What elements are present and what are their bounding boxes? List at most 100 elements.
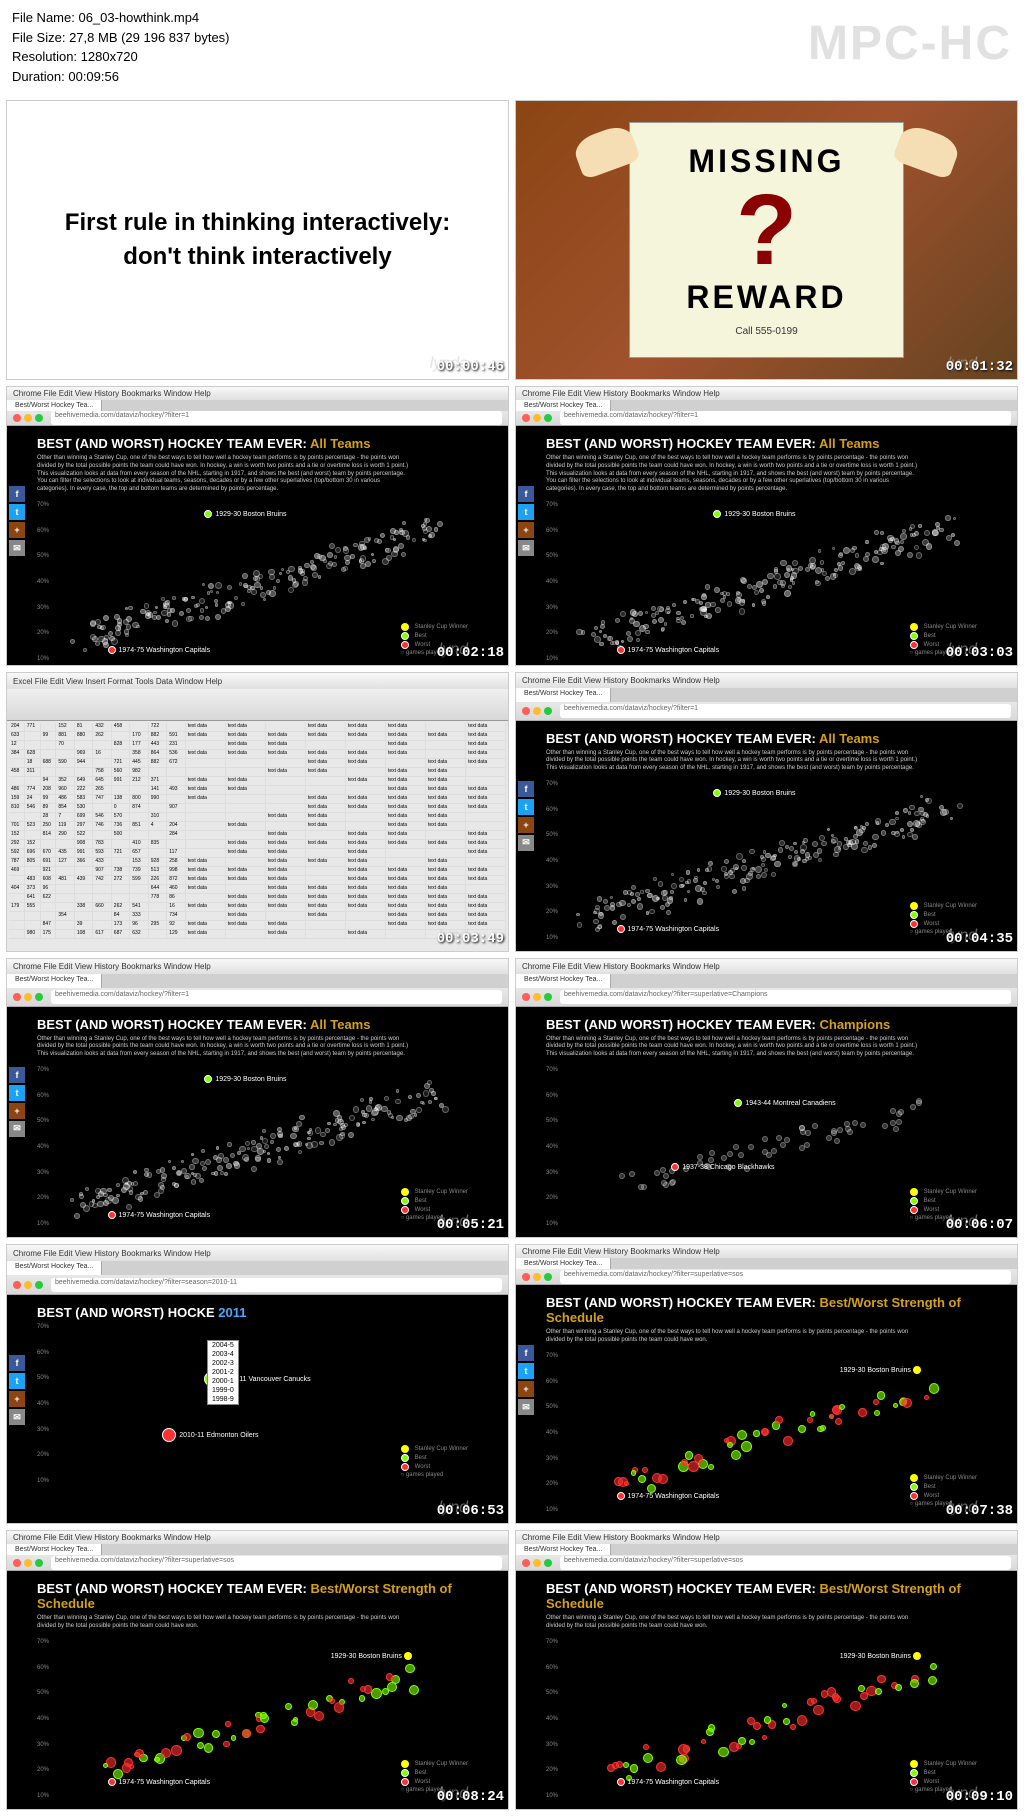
excel-cell[interactable]: text data (466, 804, 506, 812)
excel-cell[interactable]: text data (266, 921, 306, 929)
excel-cell[interactable] (112, 786, 130, 794)
excel-cell[interactable]: 119 (56, 822, 74, 830)
excel-cell[interactable]: 265 (93, 786, 111, 794)
traffic-lights[interactable] (522, 707, 552, 715)
excel-cell[interactable] (226, 885, 266, 893)
excel-cell[interactable] (93, 912, 111, 920)
excel-cell[interactable]: text data (346, 831, 386, 839)
excel-cell[interactable]: 530 (75, 804, 93, 812)
excel-cell[interactable]: 435 (56, 849, 74, 857)
excel-cell[interactable]: text data (306, 804, 346, 812)
dropdown-option[interactable]: 2000-1 (208, 1377, 238, 1386)
excel-cell[interactable]: 94 (41, 777, 57, 785)
excel-cell[interactable] (9, 912, 25, 920)
excel-cell[interactable]: text data (306, 822, 346, 830)
traffic-lights[interactable] (13, 1559, 43, 1567)
video-thumbnail[interactable]: Chrome File Edit View History Bookmarks … (515, 958, 1018, 1238)
mac-menubar[interactable]: Chrome File Edit View History Bookmarks … (516, 959, 1017, 974)
close-icon[interactable] (13, 1559, 21, 1567)
excel-cell[interactable]: text data (386, 921, 426, 929)
browser-tab-bar[interactable]: Best/Worst Hockey Tea... (516, 688, 1017, 701)
excel-cell[interactable]: 771 (25, 723, 41, 731)
excel-cell[interactable] (426, 741, 466, 749)
excel-cell[interactable]: text data (386, 822, 426, 830)
url-bar[interactable]: beehivemedia.com/dataviz/hockey/?filter=… (560, 704, 1011, 718)
excel-cell[interactable]: 469 (9, 867, 25, 875)
excel-cell[interactable]: 546 (25, 804, 41, 812)
excel-cell[interactable]: 881 (56, 732, 74, 740)
excel-cell[interactable]: 138 (112, 795, 130, 803)
excel-cell[interactable]: text data (306, 885, 346, 893)
excel-cell[interactable]: text data (466, 831, 506, 839)
excel-cell[interactable] (186, 741, 226, 749)
excel-cell[interactable]: 0 (112, 804, 130, 812)
excel-cell[interactable] (346, 786, 386, 794)
scatter-plot[interactable]: 70%60%50%40%30%20%10% 1929-30 Boston Bru… (566, 1353, 987, 1513)
browser-tab[interactable]: Best/Worst Hockey Tea... (516, 974, 611, 987)
facebook-icon[interactable]: f (9, 1355, 25, 1371)
excel-cell[interactable] (56, 930, 74, 938)
mac-menubar[interactable]: Chrome File Edit View History Bookmarks … (516, 387, 1017, 400)
data-visualization[interactable]: BEST (AND WORST) HOCKEY TEAM EVER: Best/… (516, 1571, 1017, 1809)
excel-cell[interactable] (226, 813, 266, 821)
excel-cell[interactable]: text data (266, 741, 306, 749)
excel-cell[interactable] (167, 813, 185, 821)
excel-cell[interactable] (426, 849, 466, 857)
excel-cell[interactable] (93, 741, 111, 749)
excel-cell[interactable]: 24 (25, 795, 41, 803)
excel-cell[interactable] (75, 894, 93, 902)
excel-cell[interactable] (149, 849, 167, 857)
excel-cell[interactable] (9, 813, 25, 821)
excel-cell[interactable]: text data (466, 750, 506, 758)
excel-cell[interactable]: text data (186, 867, 226, 875)
excel-cell[interactable] (130, 894, 148, 902)
excel-cell[interactable] (25, 867, 41, 875)
excel-cell[interactable]: text data (226, 912, 266, 920)
excel-cell[interactable]: text data (346, 849, 386, 857)
excel-cell[interactable]: 513 (149, 867, 167, 875)
excel-cell[interactable] (466, 885, 506, 893)
excel-cell[interactable] (226, 831, 266, 839)
excel-cell[interactable] (266, 723, 306, 731)
excel-cell[interactable]: 175 (41, 930, 57, 938)
excel-cell[interactable]: 7 (56, 813, 74, 821)
browser-tab-bar[interactable]: Best/Worst Hockey Tea... (7, 1544, 508, 1555)
excel-cell[interactable] (56, 768, 74, 776)
maximize-icon[interactable] (544, 993, 552, 1001)
excel-cell[interactable]: 152 (9, 831, 25, 839)
excel-cell[interactable]: text data (386, 831, 426, 839)
excel-cell[interactable]: 272 (112, 876, 130, 884)
twitter-icon[interactable]: t (9, 1373, 25, 1389)
data-visualization[interactable]: f t + ✉ BEST (AND WORST) HOCKEY TEAM EVE… (7, 1007, 508, 1237)
excel-cell[interactable]: text data (186, 732, 226, 740)
excel-cell[interactable] (266, 822, 306, 830)
excel-cell[interactable] (93, 759, 111, 767)
excel-cell[interactable]: 16 (93, 750, 111, 758)
dropdown-option[interactable]: 2004-5 (208, 1341, 238, 1350)
video-thumbnail[interactable]: First rule in thinking interactively:don… (6, 100, 509, 380)
excel-cell[interactable]: text data (426, 876, 466, 884)
excel-cell[interactable] (75, 912, 93, 920)
excel-cell[interactable] (41, 912, 57, 920)
excel-cell[interactable]: 173 (112, 921, 130, 929)
excel-cell[interactable] (466, 777, 506, 785)
excel-cell[interactable]: 608 (41, 876, 57, 884)
excel-cell[interactable]: text data (266, 876, 306, 884)
excel-cell[interactable]: 92 (167, 921, 185, 929)
excel-cell[interactable]: 152 (25, 840, 41, 848)
excel-cell[interactable]: 738 (112, 867, 130, 875)
excel-cell[interactable]: text data (266, 867, 306, 875)
scatter-plot[interactable]: 70%60%50%40%30%20%10% 1929-30 Boston Bru… (57, 1639, 478, 1799)
data-visualization[interactable]: f t + ✉ BEST (AND WORST) HOCKEY TEAM EVE… (516, 721, 1017, 951)
excel-cell[interactable]: text data (226, 741, 266, 749)
dropdown-option[interactable]: 2001-2 (208, 1368, 238, 1377)
excel-cell[interactable]: text data (466, 876, 506, 884)
browser-tab-bar[interactable]: Best/Worst Hockey Tea... (7, 974, 508, 987)
minimize-icon[interactable] (533, 1559, 541, 1567)
excel-cell[interactable]: text data (426, 885, 466, 893)
excel-cell[interactable]: 258 (167, 858, 185, 866)
excel-cell[interactable]: 445 (130, 759, 148, 767)
excel-cell[interactable] (75, 885, 93, 893)
excel-cell[interactable]: 774 (25, 786, 41, 794)
excel-cell[interactable]: 742 (93, 876, 111, 884)
